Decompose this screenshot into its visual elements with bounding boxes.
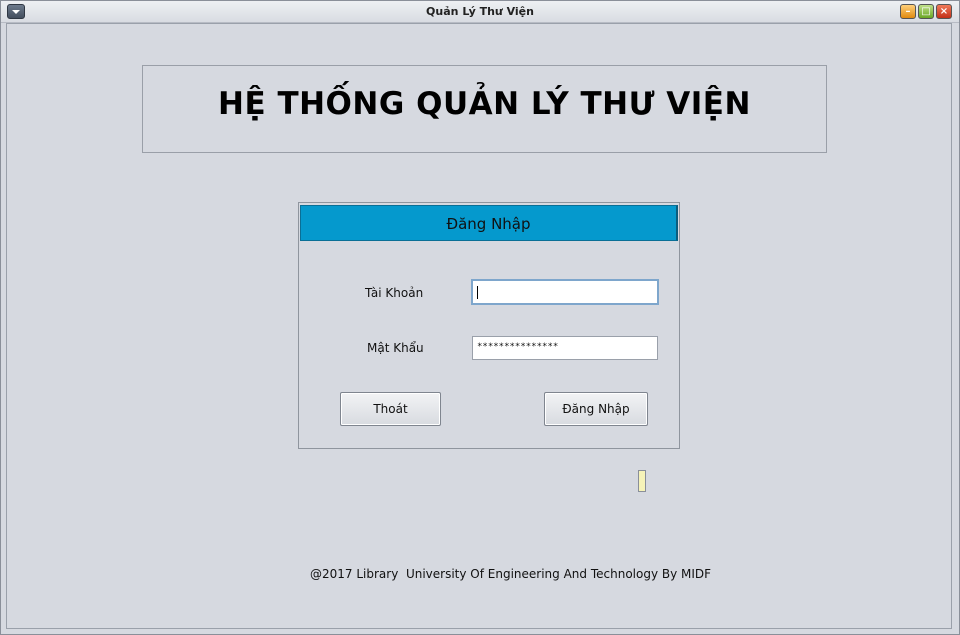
- password-label: Mật Khẩu: [367, 341, 424, 355]
- maximize-icon: □: [921, 6, 931, 17]
- window-title: Quản Lý Thư Viện: [426, 5, 534, 18]
- text-caret: [477, 286, 478, 299]
- close-button[interactable]: ×: [936, 4, 952, 19]
- status-indicator: [638, 470, 646, 492]
- page-title: HỆ THỐNG QUẢN LÝ THƯ VIỆN: [218, 86, 751, 122]
- close-icon: ×: [939, 6, 949, 17]
- app-window: Quản Lý Thư Viện – □ × HỆ THỐNG QUẢN LÝ …: [0, 0, 960, 635]
- login-button[interactable]: Đăng Nhập: [544, 392, 648, 426]
- minimize-button[interactable]: –: [900, 4, 916, 19]
- username-input[interactable]: [471, 279, 659, 305]
- password-value: ***************: [477, 342, 559, 352]
- header-box: HỆ THỐNG QUẢN LÝ THƯ VIỆN: [142, 65, 827, 153]
- login-panel-title: Đăng Nhập: [446, 215, 531, 233]
- title-bar[interactable]: Quản Lý Thư Viện – □ ×: [1, 1, 959, 23]
- footer-text: @2017 Library University Of Engineering …: [310, 567, 712, 581]
- maximize-button[interactable]: □: [918, 4, 934, 19]
- exit-button[interactable]: Thoát: [340, 392, 441, 426]
- password-input[interactable]: ***************: [472, 336, 658, 360]
- username-label: Tài Khoản: [365, 286, 424, 300]
- login-panel-header: Đăng Nhập: [300, 205, 678, 241]
- minimize-icon: –: [905, 6, 911, 17]
